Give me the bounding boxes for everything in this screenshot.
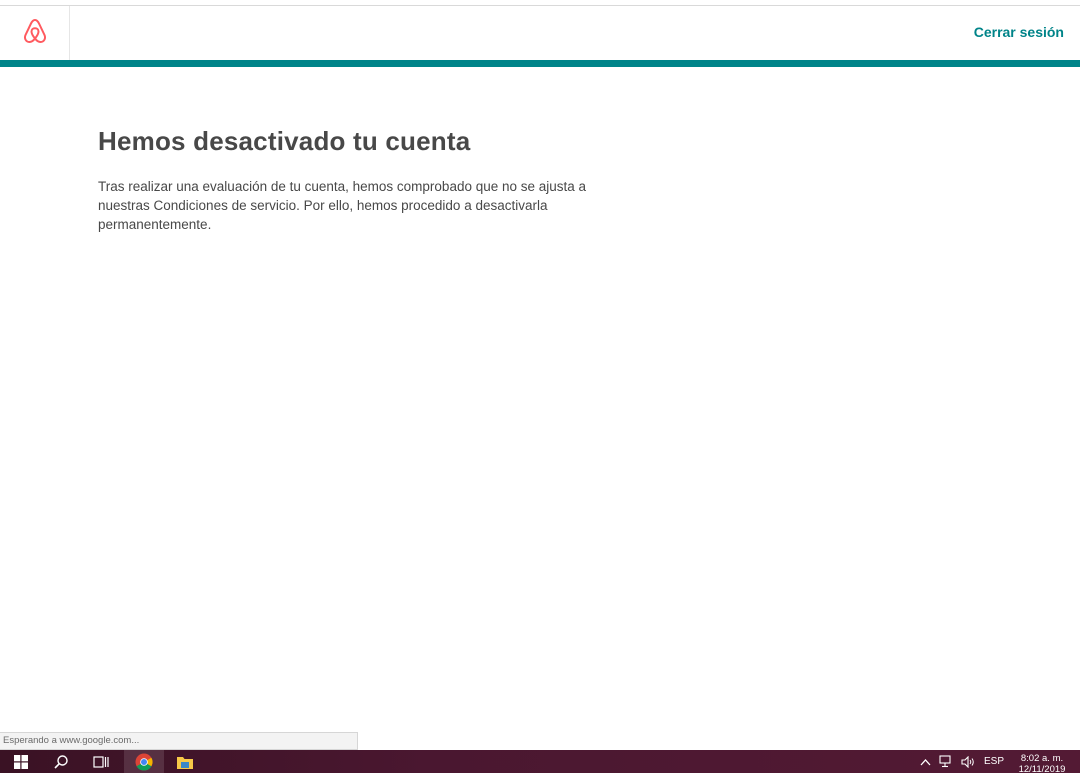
file-explorer-icon[interactable] bbox=[166, 750, 204, 773]
site-header: Cerrar sesión bbox=[0, 6, 1080, 60]
task-view-icon[interactable] bbox=[82, 750, 120, 773]
windows-taskbar: ESP 8:02 a. m. 12/11/2019 bbox=[0, 750, 1080, 775]
logo-link[interactable] bbox=[0, 6, 70, 60]
network-icon[interactable] bbox=[939, 755, 953, 768]
page-title: Hemos desactivado tu cuenta bbox=[98, 126, 471, 156]
deactivation-message: Tras realizar una evaluación de tu cuent… bbox=[98, 179, 587, 232]
language-indicator[interactable]: ESP bbox=[984, 756, 1004, 767]
windows-start-icon[interactable] bbox=[2, 750, 40, 773]
airbnb-belo-icon bbox=[22, 17, 48, 50]
volume-icon[interactable] bbox=[961, 755, 976, 768]
header-accent-bar bbox=[0, 60, 1080, 67]
clock-time: 8:02 a. m. bbox=[1020, 752, 1064, 764]
chevron-up-icon[interactable] bbox=[920, 758, 931, 766]
main-content: Hemos desactivado tu cuenta Tras realiza… bbox=[98, 125, 598, 234]
logout-link[interactable]: Cerrar sesión bbox=[974, 24, 1064, 40]
clock[interactable]: 8:02 a. m. 12/11/2019 bbox=[1012, 753, 1072, 775]
search-icon[interactable] bbox=[42, 750, 80, 773]
system-tray: ESP 8:02 a. m. 12/11/2019 bbox=[920, 750, 1080, 775]
browser-status-bubble: Esperando a www.google.com... bbox=[0, 732, 358, 750]
chrome-icon[interactable] bbox=[124, 750, 164, 773]
